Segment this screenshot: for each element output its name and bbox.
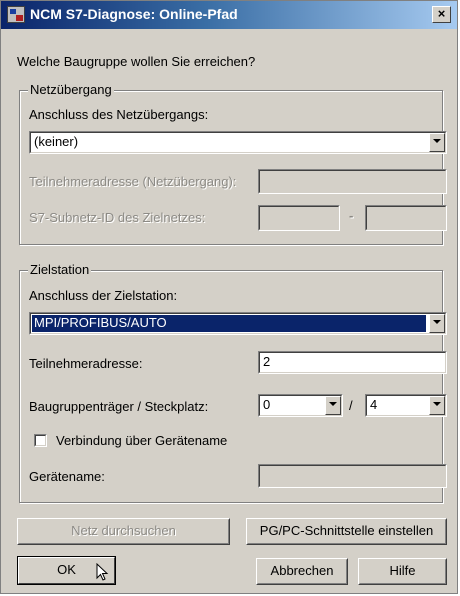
device-name-checkbox-label[interactable]: Verbindung über Gerätename: [56, 433, 227, 448]
title-bar[interactable]: NCM S7-Diagnose: Online-Pfad ×: [1, 1, 457, 29]
slot-dropdown[interactable]: 4: [365, 394, 447, 417]
subnet-id-input-2: [365, 205, 447, 231]
target-address-input[interactable]: 2: [258, 351, 447, 374]
mouse-pointer-icon: [96, 563, 109, 581]
target-connection-dropdown-button[interactable]: [429, 314, 445, 333]
close-button[interactable]: ×: [432, 6, 451, 23]
pgpc-interface-button[interactable]: PG/PC-Schnittstelle einstellen: [246, 518, 447, 545]
rack-slot-label: Baugruppenträger / Steckplatz:: [29, 399, 209, 414]
chevron-down-icon: [433, 139, 441, 143]
app-icon: [7, 6, 25, 23]
subnet-id-label: S7-Subnetz-ID des Zielnetzes:: [29, 210, 206, 225]
chevron-down-icon: [433, 402, 441, 406]
target-legend: Zielstation: [28, 262, 92, 277]
cancel-button[interactable]: Abbrechen: [256, 558, 348, 585]
help-label: Hilfe: [389, 563, 416, 578]
target-address-label: Teilnehmeradresse:: [29, 356, 143, 371]
device-name-input: [258, 464, 447, 488]
gateway-address-label: Teilnehmeradresse (Netzübergang):: [29, 174, 237, 189]
slot-dropdown-button[interactable]: [429, 396, 445, 415]
question-label: Welche Baugruppe wollen Sie erreichen?: [17, 54, 256, 69]
dialog-window: NCM S7-Diagnose: Online-Pfad × Welche Ba…: [0, 0, 458, 594]
gateway-connection-dropdown-button[interactable]: [429, 133, 445, 152]
ok-button[interactable]: OK: [17, 556, 116, 585]
pgpc-interface-label: PG/PC-Schnittstelle einstellen: [259, 523, 434, 538]
target-connection-label: Anschluss der Zielstation:: [29, 288, 178, 303]
target-connection-dropdown[interactable]: MPI/PROFIBUS/AUTO: [29, 312, 447, 335]
help-button[interactable]: Hilfe: [358, 558, 447, 585]
subnet-id-input-1: [258, 205, 340, 231]
device-name-label: Gerätename:: [29, 469, 105, 484]
search-network-label: Netz durchsuchen: [71, 523, 176, 538]
rack-value: 0: [263, 397, 271, 412]
gateway-connection-label: Anschluss des Netzübergangs:: [29, 107, 209, 122]
slot-value: 4: [370, 397, 378, 412]
target-connection-value: MPI/PROFIBUS/AUTO: [32, 315, 426, 332]
rack-dropdown-button[interactable]: [325, 396, 341, 415]
target-address-value: 2: [263, 354, 271, 369]
gateway-address-input: [258, 169, 447, 194]
gateway-connection-value: (keiner): [34, 134, 79, 149]
chevron-down-icon: [329, 402, 337, 406]
rack-dropdown[interactable]: 0: [258, 394, 343, 417]
window-title: NCM S7-Diagnose: Online-Pfad: [30, 6, 238, 22]
cancel-label: Abbrechen: [270, 563, 334, 578]
device-name-checkbox[interactable]: [34, 434, 47, 447]
chevron-down-icon: [433, 320, 441, 324]
gateway-legend: Netzübergang: [28, 82, 114, 97]
slot-separator: /: [349, 398, 353, 413]
subnet-separator: -: [349, 208, 354, 223]
gateway-connection-dropdown[interactable]: (keiner): [29, 131, 447, 154]
search-network-button: Netz durchsuchen: [17, 518, 230, 545]
